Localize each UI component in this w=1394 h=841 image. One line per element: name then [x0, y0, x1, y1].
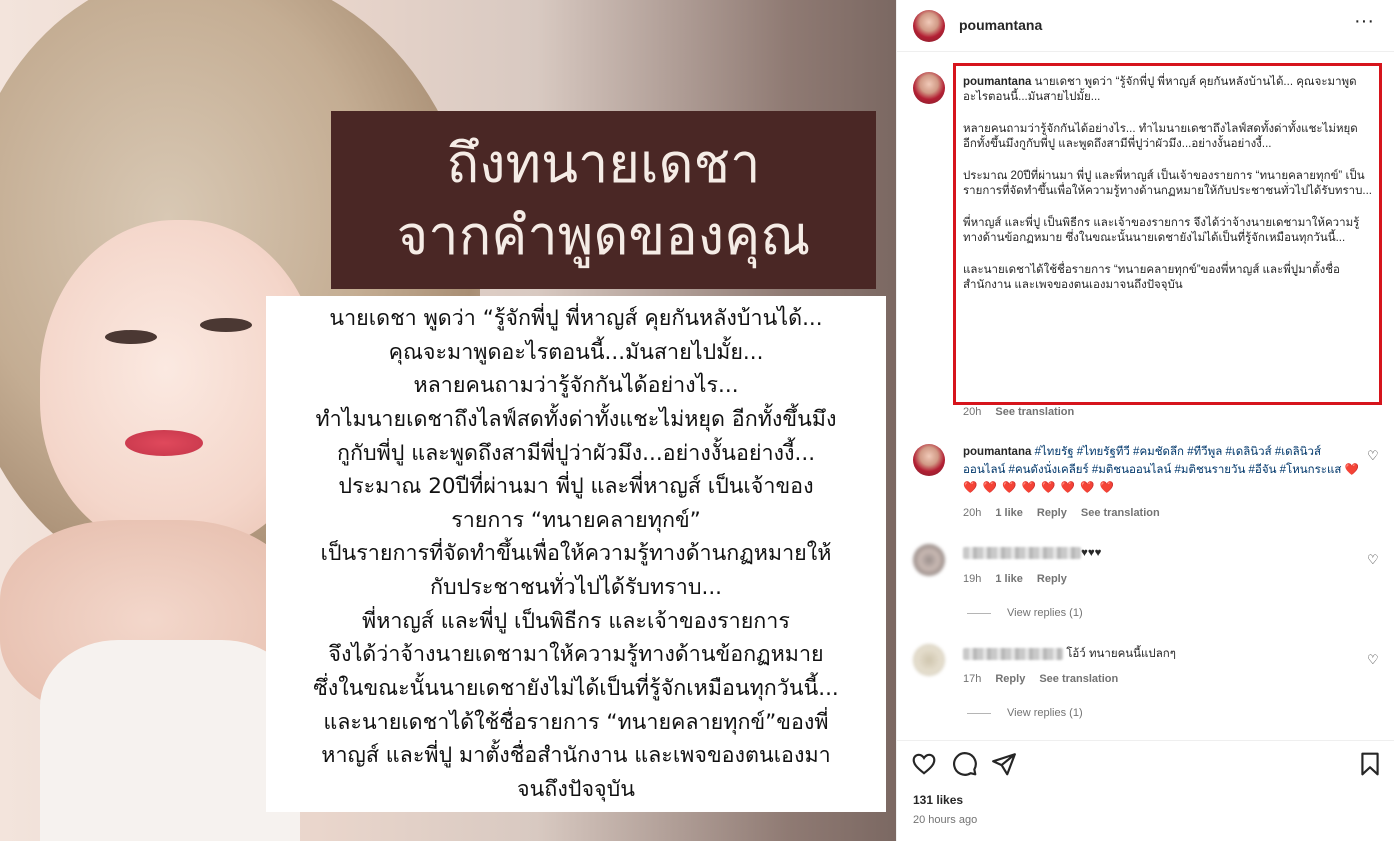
like-comment-heart-icon[interactable]: ♡	[1367, 552, 1379, 568]
see-translation-link[interactable]: See translation	[1039, 673, 1118, 685]
image-text-line: พี่หาญส์ และพี่ปู เป็นพิธีกร และเจ้าของร…	[362, 608, 790, 634]
image-text-line: และนายเดชาได้ใช้ชื่อรายการ “ทนายคลายทุกข…	[323, 709, 829, 735]
comment-meta: 19h 1 like Reply	[963, 573, 1081, 585]
comment-avatar[interactable]	[913, 444, 945, 476]
caption-meta: 20h See translation	[963, 406, 1088, 418]
image-text-line: ซึ่งในขณะนั้นนายเดชายังไม่ได้เป็นที่รู้จ…	[313, 676, 839, 702]
comment-time: 19h	[963, 573, 982, 585]
comment-body: โอ้ว์ ทนายคนนี้แปลกๆ	[1066, 648, 1176, 660]
comment-username[interactable]: poumantana	[963, 446, 1031, 458]
like-comment-heart-icon[interactable]: ♡	[1367, 448, 1379, 464]
image-text-line: รายการ “ทนายคลายทุกข์”	[451, 507, 701, 533]
view-replies-button[interactable]: View replies (1)	[967, 607, 1083, 619]
comment-likes[interactable]: 1 like	[995, 573, 1023, 585]
photo-eye-right	[200, 318, 252, 332]
post-header: poumantana ···	[897, 0, 1394, 52]
reply-button[interactable]: Reply	[1037, 507, 1067, 519]
photo-eye-left	[105, 330, 157, 344]
image-text-line: ประมาณ 20ปีที่ผ่านมา พี่ปู และพี่หาญส์ เ…	[338, 474, 814, 500]
image-text-line: ทำไมนายเดชาถึงไลฟ์สดทั้งด่าทั้งแชะไม่หยุ…	[315, 406, 837, 432]
comment-time: 17h	[963, 673, 982, 685]
image-text-line: คุณจะมาพูดอะไรตอนนี้...มันสายไปมั้ย...	[388, 339, 764, 365]
image-text-line: จึงได้ว่าจ้างนายเดชามาให้ความรู้ทางด้านข…	[328, 642, 824, 668]
action-bar	[897, 740, 1394, 786]
comment-text: โอ้ว์ ทนายคนนี้แปลกๆ	[963, 645, 1363, 663]
image-title-line: ถึงทนายเดชา	[446, 132, 761, 195]
caption-username[interactable]: poumantana	[963, 76, 1031, 88]
reply-button[interactable]: Reply	[1037, 573, 1067, 585]
reply-button[interactable]: Reply	[995, 673, 1025, 685]
post-time: 20 hours ago	[913, 814, 978, 826]
view-replies-line	[967, 712, 991, 714]
post-side-panel: poumantana ··· poumantana นายเดชา พูดว่า…	[896, 0, 1394, 841]
blurred-username[interactable]	[963, 546, 1081, 559]
image-text-line: หลายคนถามว่ารู้จักกันได้อย่างไร...	[413, 373, 739, 399]
blurred-username[interactable]	[963, 647, 1063, 660]
image-text-line: จนถึงปัจจุบัน	[517, 776, 635, 802]
header-username[interactable]: poumantana	[959, 17, 1042, 33]
post-image: ถึงทนายเดชา จากคำพูดของคุณ นายเดชา พูดว่…	[0, 0, 896, 841]
caption-time: 20h	[963, 406, 982, 418]
share-icon[interactable]	[991, 751, 1017, 777]
comment-time: 20h	[963, 507, 982, 519]
image-title-line: จากคำพูดของคุณ	[396, 204, 811, 267]
view-replies-line	[967, 612, 991, 614]
comment-meta: 20h 1 like Reply See translation	[963, 507, 1174, 519]
image-text-box: นายเดชา พูดว่า “รู้จักพี่ปู พี่หาญส์ คุย…	[266, 296, 886, 812]
see-translation-link[interactable]: See translation	[1081, 507, 1160, 519]
caption-avatar[interactable]	[913, 72, 945, 104]
view-replies-label[interactable]: View replies (1)	[1007, 707, 1083, 719]
comment-body: ♥♥♥	[1081, 547, 1102, 559]
view-replies-button[interactable]: View replies (1)	[967, 707, 1083, 719]
see-translation-link[interactable]: See translation	[995, 406, 1074, 418]
more-options-icon[interactable]: ···	[1349, 11, 1379, 34]
like-heart-icon[interactable]	[911, 751, 937, 777]
avatar[interactable]	[913, 10, 945, 42]
comment-avatar[interactable]	[913, 544, 945, 576]
image-text-line: กูกับพี่ปู และพูดถึงสามีพี่ปูว่าผัวมึง..…	[336, 440, 816, 466]
comment-text: poumantana #ไทยรัฐ #ไทยรัฐทีวี #คมชัดลึก…	[963, 443, 1363, 497]
photo-clothing	[40, 640, 300, 841]
comment-text: ♥♥♥	[963, 544, 1363, 562]
caption-paragraph: ประมาณ 20ปีที่ผ่านมา พี่ปู และพี่หาญส์ เ…	[963, 170, 1372, 197]
comment-avatar[interactable]	[913, 644, 945, 676]
caption-paragraph: และนายเดชาได้ใช้ชื่อรายการ “ทนายคลายทุกข…	[963, 264, 1340, 291]
comment-likes[interactable]: 1 like	[995, 507, 1023, 519]
comment-meta: 17h Reply See translation	[963, 673, 1132, 685]
caption: poumantana นายเดชา พูดว่า “รู้จักพี่ปู พ…	[963, 75, 1373, 310]
caption-paragraph: หลายคนถามว่ารู้จักกันได้อย่างไร... ทำไมน…	[963, 123, 1358, 150]
comment-icon[interactable]	[952, 751, 978, 777]
save-bookmark-icon[interactable]	[1357, 751, 1383, 777]
photo-lips	[125, 430, 203, 456]
caption-paragraph: พี่หาญส์ และพี่ปู เป็นพิธีกร และเจ้าของร…	[963, 217, 1360, 244]
image-title-box: ถึงทนายเดชา จากคำพูดของคุณ	[331, 111, 876, 289]
image-text-line: กับประชาชนทั่วไปได้รับทราบ...	[430, 575, 722, 601]
likes-count[interactable]: 131 likes	[913, 793, 963, 807]
image-text-line: หาญส์ และพี่ปู มาตั้งชื่อสำนักงาน และเพจ…	[321, 743, 831, 769]
like-comment-heart-icon[interactable]: ♡	[1367, 652, 1379, 668]
image-text-line: เป็นรายการที่จัดทำขึ้นเพื่อให้ความรู้ทาง…	[320, 541, 832, 567]
view-replies-label[interactable]: View replies (1)	[1007, 607, 1083, 619]
image-text-line: นายเดชา พูดว่า “รู้จักพี่ปู พี่หาญส์ คุย…	[329, 306, 823, 331]
